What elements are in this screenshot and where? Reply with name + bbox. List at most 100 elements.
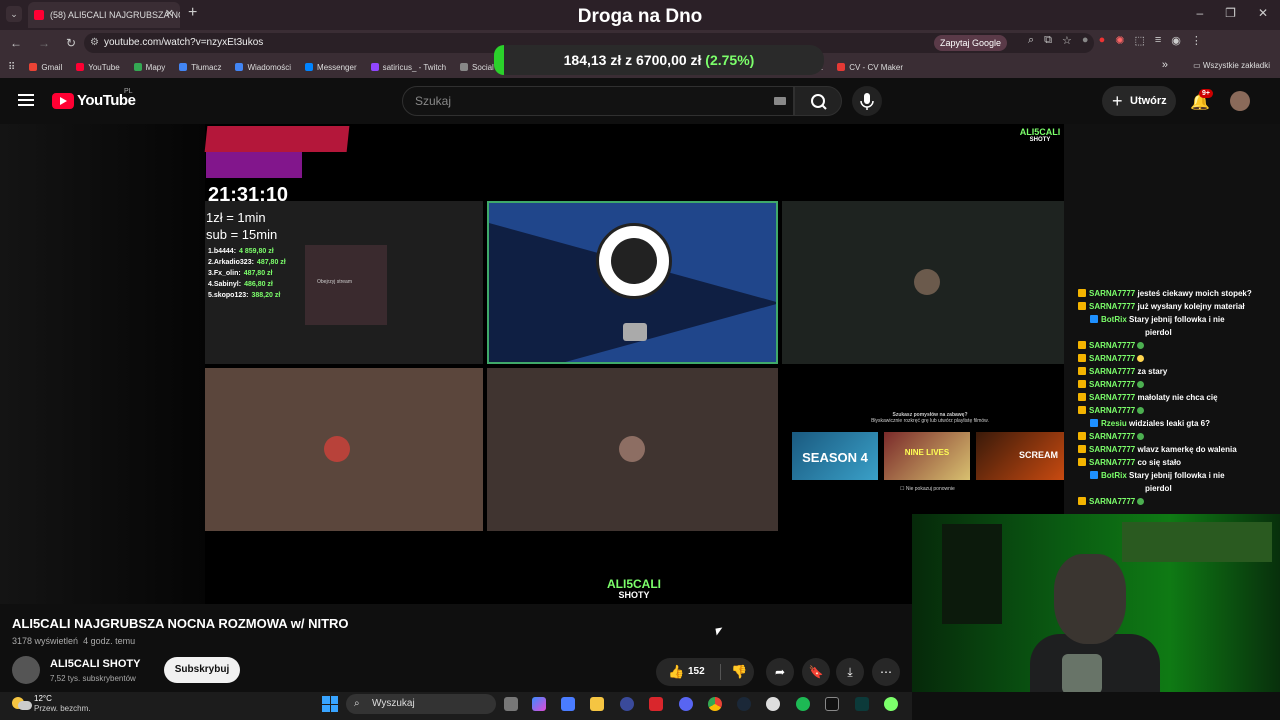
extension-icon-2[interactable]: ✺ <box>1115 34 1124 47</box>
bookmark-item[interactable]: Mapy <box>133 63 165 72</box>
steam-icon[interactable] <box>737 697 751 711</box>
dislike-icon[interactable]: 👎 <box>731 664 747 680</box>
xbox-icon[interactable] <box>766 697 780 711</box>
channel-avatar[interactable] <box>12 656 40 684</box>
bookmark-label: Tłumacz <box>191 62 222 72</box>
voice-search-button[interactable] <box>852 86 882 116</box>
zoom-icon[interactable]: ⌕ <box>1028 34 1034 47</box>
youtube-logo[interactable]: YouTube PL <box>52 88 136 109</box>
store-icon[interactable] <box>561 697 575 711</box>
spotify-icon[interactable] <box>796 697 810 711</box>
hamburger-menu-icon[interactable] <box>18 94 34 106</box>
copilot-icon[interactable] <box>532 697 546 711</box>
call-tile-user[interactable] <box>205 368 483 531</box>
like-icon[interactable]: 👍 <box>668 664 684 680</box>
chat-username[interactable]: SARNA7777 <box>1089 354 1135 363</box>
emote-icon <box>1137 342 1145 349</box>
bookmark-label: CV - CV Maker <box>849 62 904 72</box>
more-actions-button[interactable]: ⋯ <box>872 658 900 686</box>
activity-poster[interactable]: NINE LIVES <box>884 432 970 480</box>
create-button[interactable]: + Utwórz <box>1102 86 1176 116</box>
site-info-icon[interactable]: ⚙ <box>90 33 99 53</box>
extension-icon[interactable]: ● <box>1082 34 1089 47</box>
emote-icon <box>1137 355 1145 362</box>
chat-username[interactable]: SARNA7777 <box>1089 406 1135 415</box>
back-icon[interactable]: ← <box>10 36 22 50</box>
chat-username[interactable]: SARNA7777 <box>1089 393 1135 402</box>
apps-grid-icon[interactable]: ⠿ <box>8 62 15 73</box>
sub-badge-icon <box>1078 406 1086 414</box>
bookmark-item[interactable]: satiricus_ - Twitch <box>370 63 446 72</box>
chrome-icon[interactable] <box>708 697 722 711</box>
bookmark-star-icon[interactable]: ☆ <box>1062 34 1072 47</box>
bookmark-item[interactable]: YouTube <box>76 63 120 72</box>
chat-username[interactable]: SARNA7777 <box>1089 445 1135 454</box>
account-avatar[interactable] <box>1230 91 1250 111</box>
terminal-icon[interactable] <box>855 697 869 711</box>
call-tile-obs[interactable] <box>487 201 778 364</box>
share-button[interactable]: ➦ <box>766 658 794 686</box>
chat-message: SARNA7777 jesteś ciekawy moich stopek? <box>1078 287 1278 300</box>
menu-icon[interactable]: ⋮ <box>1191 34 1202 47</box>
subscribe-button[interactable]: Subskrybuj <box>164 657 240 683</box>
channel-name[interactable]: ALI5CALI SHOTY <box>50 658 140 670</box>
windows-start-icon[interactable] <box>322 696 338 712</box>
leader-amount: 388,20 zł <box>251 292 281 299</box>
app-green-icon[interactable] <box>884 697 898 711</box>
all-bookmarks[interactable]: ▭ Wszystkie zakładki <box>1193 61 1270 70</box>
chat-username[interactable]: BotRix <box>1101 315 1127 324</box>
weather-icon[interactable] <box>12 695 34 713</box>
bookmark-item[interactable]: CV - CV Maker <box>837 63 903 72</box>
chat-username[interactable]: SARNA7777 <box>1089 458 1135 467</box>
chat-username[interactable]: BotRix <box>1101 471 1127 480</box>
forward-icon[interactable]: → <box>38 36 50 50</box>
bookmark-item[interactable]: Wiadomości <box>235 63 291 72</box>
file-explorer-icon[interactable] <box>590 697 604 711</box>
epic-icon[interactable] <box>825 697 839 711</box>
chat-username[interactable]: SARNA7777 <box>1089 289 1135 298</box>
plus-icon: + <box>1112 91 1123 111</box>
chat-username[interactable]: SARNA7777 <box>1089 367 1135 376</box>
reload-icon[interactable]: ↻ <box>66 36 76 50</box>
chat-username[interactable]: SARNA7777 <box>1089 302 1135 311</box>
chat-username[interactable]: SARNA7777 <box>1089 341 1135 350</box>
bookmark-item[interactable]: Tłumacz <box>179 63 221 72</box>
install-icon[interactable]: ⧉ <box>1044 34 1052 47</box>
chat-username[interactable]: SARNA7777 <box>1089 380 1135 389</box>
activity-poster[interactable]: SEASON 4 <box>792 432 878 480</box>
sub-badge-icon <box>1078 380 1086 388</box>
bookmark-item[interactable]: Gmail <box>29 63 62 72</box>
bot-badge-icon <box>1090 419 1098 427</box>
extension-red-icon[interactable]: ● <box>1099 34 1106 47</box>
playlist-icon[interactable]: ≡ <box>1155 34 1161 47</box>
extensions-puzzle-icon[interactable]: ⬚ <box>1134 34 1144 47</box>
discord-icon[interactable] <box>679 697 693 711</box>
glass <box>1062 654 1102 692</box>
search-button[interactable] <box>794 86 842 116</box>
search-input[interactable]: Szukaj <box>402 86 794 116</box>
app-red-icon[interactable] <box>649 697 663 711</box>
download-button[interactable]: ⤓ <box>836 658 864 686</box>
taskbar-search[interactable]: ⌕ Wyszukaj <box>346 694 496 714</box>
sub-badge-icon <box>1078 458 1086 466</box>
task-view-icon[interactable] <box>504 697 518 711</box>
brand-sub: SHOTY <box>618 590 650 600</box>
chat-username[interactable]: SARNA7777 <box>1089 432 1135 441</box>
chat-username[interactable]: Rzesiu <box>1101 419 1127 428</box>
call-tile-user[interactable] <box>782 201 1064 364</box>
chat-message: SARNA7777 już wysłany kolejny materiał <box>1078 300 1278 313</box>
keyboard-icon[interactable] <box>774 97 786 105</box>
save-button[interactable]: 🔖 <box>802 658 830 686</box>
ask-google-button[interactable]: Zapytaj Google <box>934 35 1008 51</box>
app-icon[interactable] <box>620 697 634 711</box>
download-icon: ⤓ <box>847 665 853 679</box>
bookmarks-more-icon[interactable]: » <box>1162 59 1168 71</box>
dont-show-again-checkbox[interactable]: ☐ Nie pokazuj ponownie <box>900 486 955 492</box>
leader-name: Sabinyl: <box>213 281 242 288</box>
video-meta: 3178 wyświetleń 4 godz. temu <box>12 636 135 646</box>
activity-poster[interactable]: SCREAM <box>976 432 1064 480</box>
chat-username[interactable]: SARNA7777 <box>1089 497 1135 506</box>
call-tile-user[interactable] <box>487 368 778 531</box>
profile-icon[interactable]: ◉ <box>1171 34 1181 47</box>
bookmark-item[interactable]: Messenger <box>305 63 357 72</box>
